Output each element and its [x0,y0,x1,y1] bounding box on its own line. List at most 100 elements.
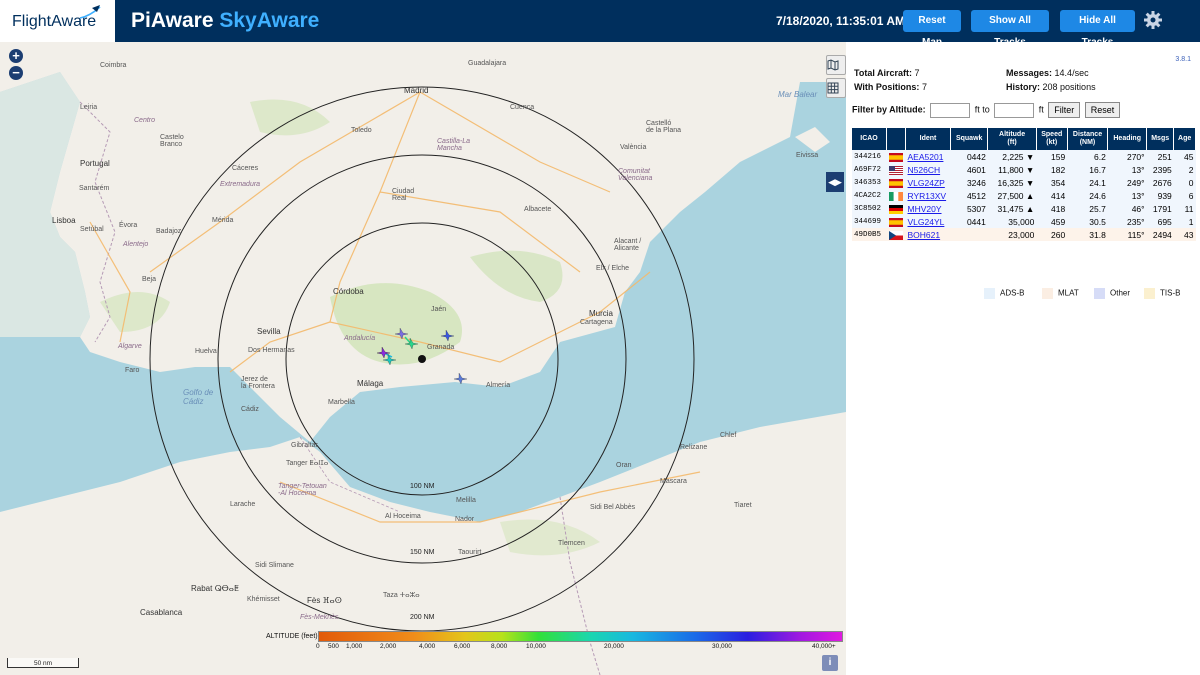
col-squawk[interactable]: Squawk [950,128,989,150]
table-row[interactable]: 3C8502 MHV20Y 5307 31,475 ▲ 418 25.7 46° 1791 11 [852,202,1196,215]
cell-ident[interactable]: MHV20Y [905,202,951,215]
label-badajoz: Badajoz [156,228,182,235]
flag-icon [886,176,906,189]
grid-icon[interactable] [826,78,846,98]
app-title: PiAware SkyAware [131,9,319,33]
cell-ident[interactable]: BOH621 [905,228,951,241]
show-all-tracks-button[interactable]: Show All Tracks [971,10,1049,48]
zoom-out-button[interactable]: − [9,66,23,80]
cell-icao: 3C8502 [852,202,887,215]
zoom-in-button[interactable]: + [9,49,23,63]
cell-ident[interactable]: RYR13XV [905,189,951,202]
ident-link[interactable]: VLG24ZP [908,178,945,188]
total-aircraft-stat: Total Aircraft: 7 [854,68,920,78]
cell-msgs: 2395 [1146,163,1174,176]
table-row[interactable]: A69F72 N526CH 4601 11,800 ▼ 182 16.7 13° 2395 2 [852,163,1196,176]
cell-distance: 24.6 [1067,189,1108,202]
cell-altitude: 27,500 ▲ [987,189,1037,202]
label-cuenca: Cuenca [510,104,535,111]
map-canvas[interactable] [0,42,846,675]
filter-label: Filter by Altitude: [852,104,926,115]
label-melilla: Melilla [456,497,476,504]
cell-ident[interactable]: N526CH [905,163,951,176]
col-msgs[interactable]: Msgs [1146,128,1175,150]
cell-ident[interactable]: VLG24YL [905,215,951,228]
label-castelo-branco: Castelo Branco [160,134,184,148]
ident-link[interactable]: BOH621 [908,230,941,240]
table-row[interactable]: 346353 VLG24ZP 3246 16,325 ▼ 354 24.1 249° 2676… [852,176,1196,189]
cell-distance: 24.1 [1067,176,1108,189]
label-chlef: Chlef [720,432,737,439]
altitude-tick: 30,000 [712,643,732,650]
altitude-min-input[interactable] [930,102,971,118]
info-icon[interactable]: i [822,655,838,671]
label-alentejo: Alentejo [123,241,149,248]
cell-age: 45 [1173,150,1196,163]
col-distance[interactable]: Distance (NM) [1067,128,1109,150]
label-merida: Mérida [212,217,234,224]
cell-msgs: 251 [1146,150,1174,163]
label-rabat: Rabat ⵕⴱⴰⵟ [191,584,239,593]
col-ident[interactable]: Ident [905,128,951,150]
cell-heading: 13° [1107,189,1147,202]
messages-label: Messages: [1006,68,1053,78]
cell-msgs: 939 [1146,189,1174,202]
version-link[interactable]: 3.8.1 [1175,56,1191,63]
map-layer-icon[interactable] [826,55,846,75]
gear-icon[interactable] [1143,10,1163,30]
history-label: History: [1006,82,1041,92]
label-marbella: Marbella [328,399,355,406]
table-row[interactable]: 4CA2C2 RYR13XV 4512 27,500 ▲ 414 24.6 13° 939 6 [852,189,1196,202]
reset-filter-button[interactable]: Reset [1084,102,1121,118]
messages-stat: Messages: 14.4/sec [1006,68,1089,78]
table-row[interactable]: 344216 AEA5201 0442 2,225 ▼ 159 6.2 270° 251 45 [852,150,1196,163]
sidebar-collapse-icon[interactable]: ◀▶ [826,172,844,192]
table-row[interactable]: 344699 VLG24YL 0441 35,000 459 30.5 235° 695 1 [852,215,1196,228]
altitude-tick: 500 [328,643,339,650]
cell-speed: 354 [1036,176,1068,189]
flightaware-logo[interactable]: FlightAware [0,0,115,42]
col-heading[interactable]: Heading [1107,128,1148,150]
table-row[interactable]: 49D0B5 BOH621 23,000 260 31.8 115° 2494 43 [852,228,1196,241]
ident-link[interactable]: RYR13XV [908,191,947,201]
cell-age: 6 [1173,189,1196,202]
cell-msgs: 2494 [1146,228,1174,241]
hide-all-tracks-button[interactable]: Hide All Tracks [1060,10,1135,48]
ident-link[interactable]: N526CH [908,165,941,175]
altitude-max-input[interactable] [994,102,1035,118]
label-casablanca: Casablanca [140,608,183,617]
col-altitude[interactable]: Altitude (ft) [987,128,1037,150]
cell-speed: 414 [1036,189,1068,202]
ident-link[interactable]: VLG24YL [908,217,945,227]
source-label: MLAT [1058,288,1079,298]
cell-squawk: 0442 [950,150,988,163]
col-flag[interactable] [886,128,906,150]
altitude-legend: ALTITUDE (feet) 0 500 1,000 2,000 4,000 … [266,631,843,653]
label-mar-balear: Mar Balear [778,90,818,99]
flag-icon [886,215,906,228]
ident-link[interactable]: AEA5201 [908,152,944,162]
cell-distance: 31.8 [1067,228,1108,241]
col-icao[interactable]: ICAO [852,128,887,150]
reset-map-button[interactable]: Reset Map [903,10,961,48]
cell-squawk: 4601 [950,163,988,176]
label-madrid: Madrid [404,86,429,95]
col-age[interactable]: Age [1173,128,1196,150]
plane-logo-icon [79,5,101,19]
ident-link[interactable]: MHV20Y [908,204,942,214]
cell-speed: 418 [1036,202,1068,215]
col-speed[interactable]: Speed (kt) [1036,128,1068,150]
receiver-marker [418,355,426,363]
cell-altitude: 35,000 [987,215,1037,228]
source-label: ADS-B [1000,288,1025,298]
label-taourirt: Taourirt [458,549,482,556]
label-valencia: València [620,144,647,151]
map-view[interactable]: Madrid Toledo Cuenca Guadalajara Cáceres… [0,42,846,675]
cell-ident[interactable]: AEA5201 [905,150,951,163]
altitude-tick: 2,000 [380,643,397,650]
cell-ident[interactable]: VLG24ZP [905,176,951,189]
label-dos-hermanas: Dos Hermanas [248,347,295,354]
cell-altitude: 23,000 [987,228,1037,241]
source-legend-item: ADS-B [984,288,1024,299]
filter-button[interactable]: Filter [1048,102,1081,118]
